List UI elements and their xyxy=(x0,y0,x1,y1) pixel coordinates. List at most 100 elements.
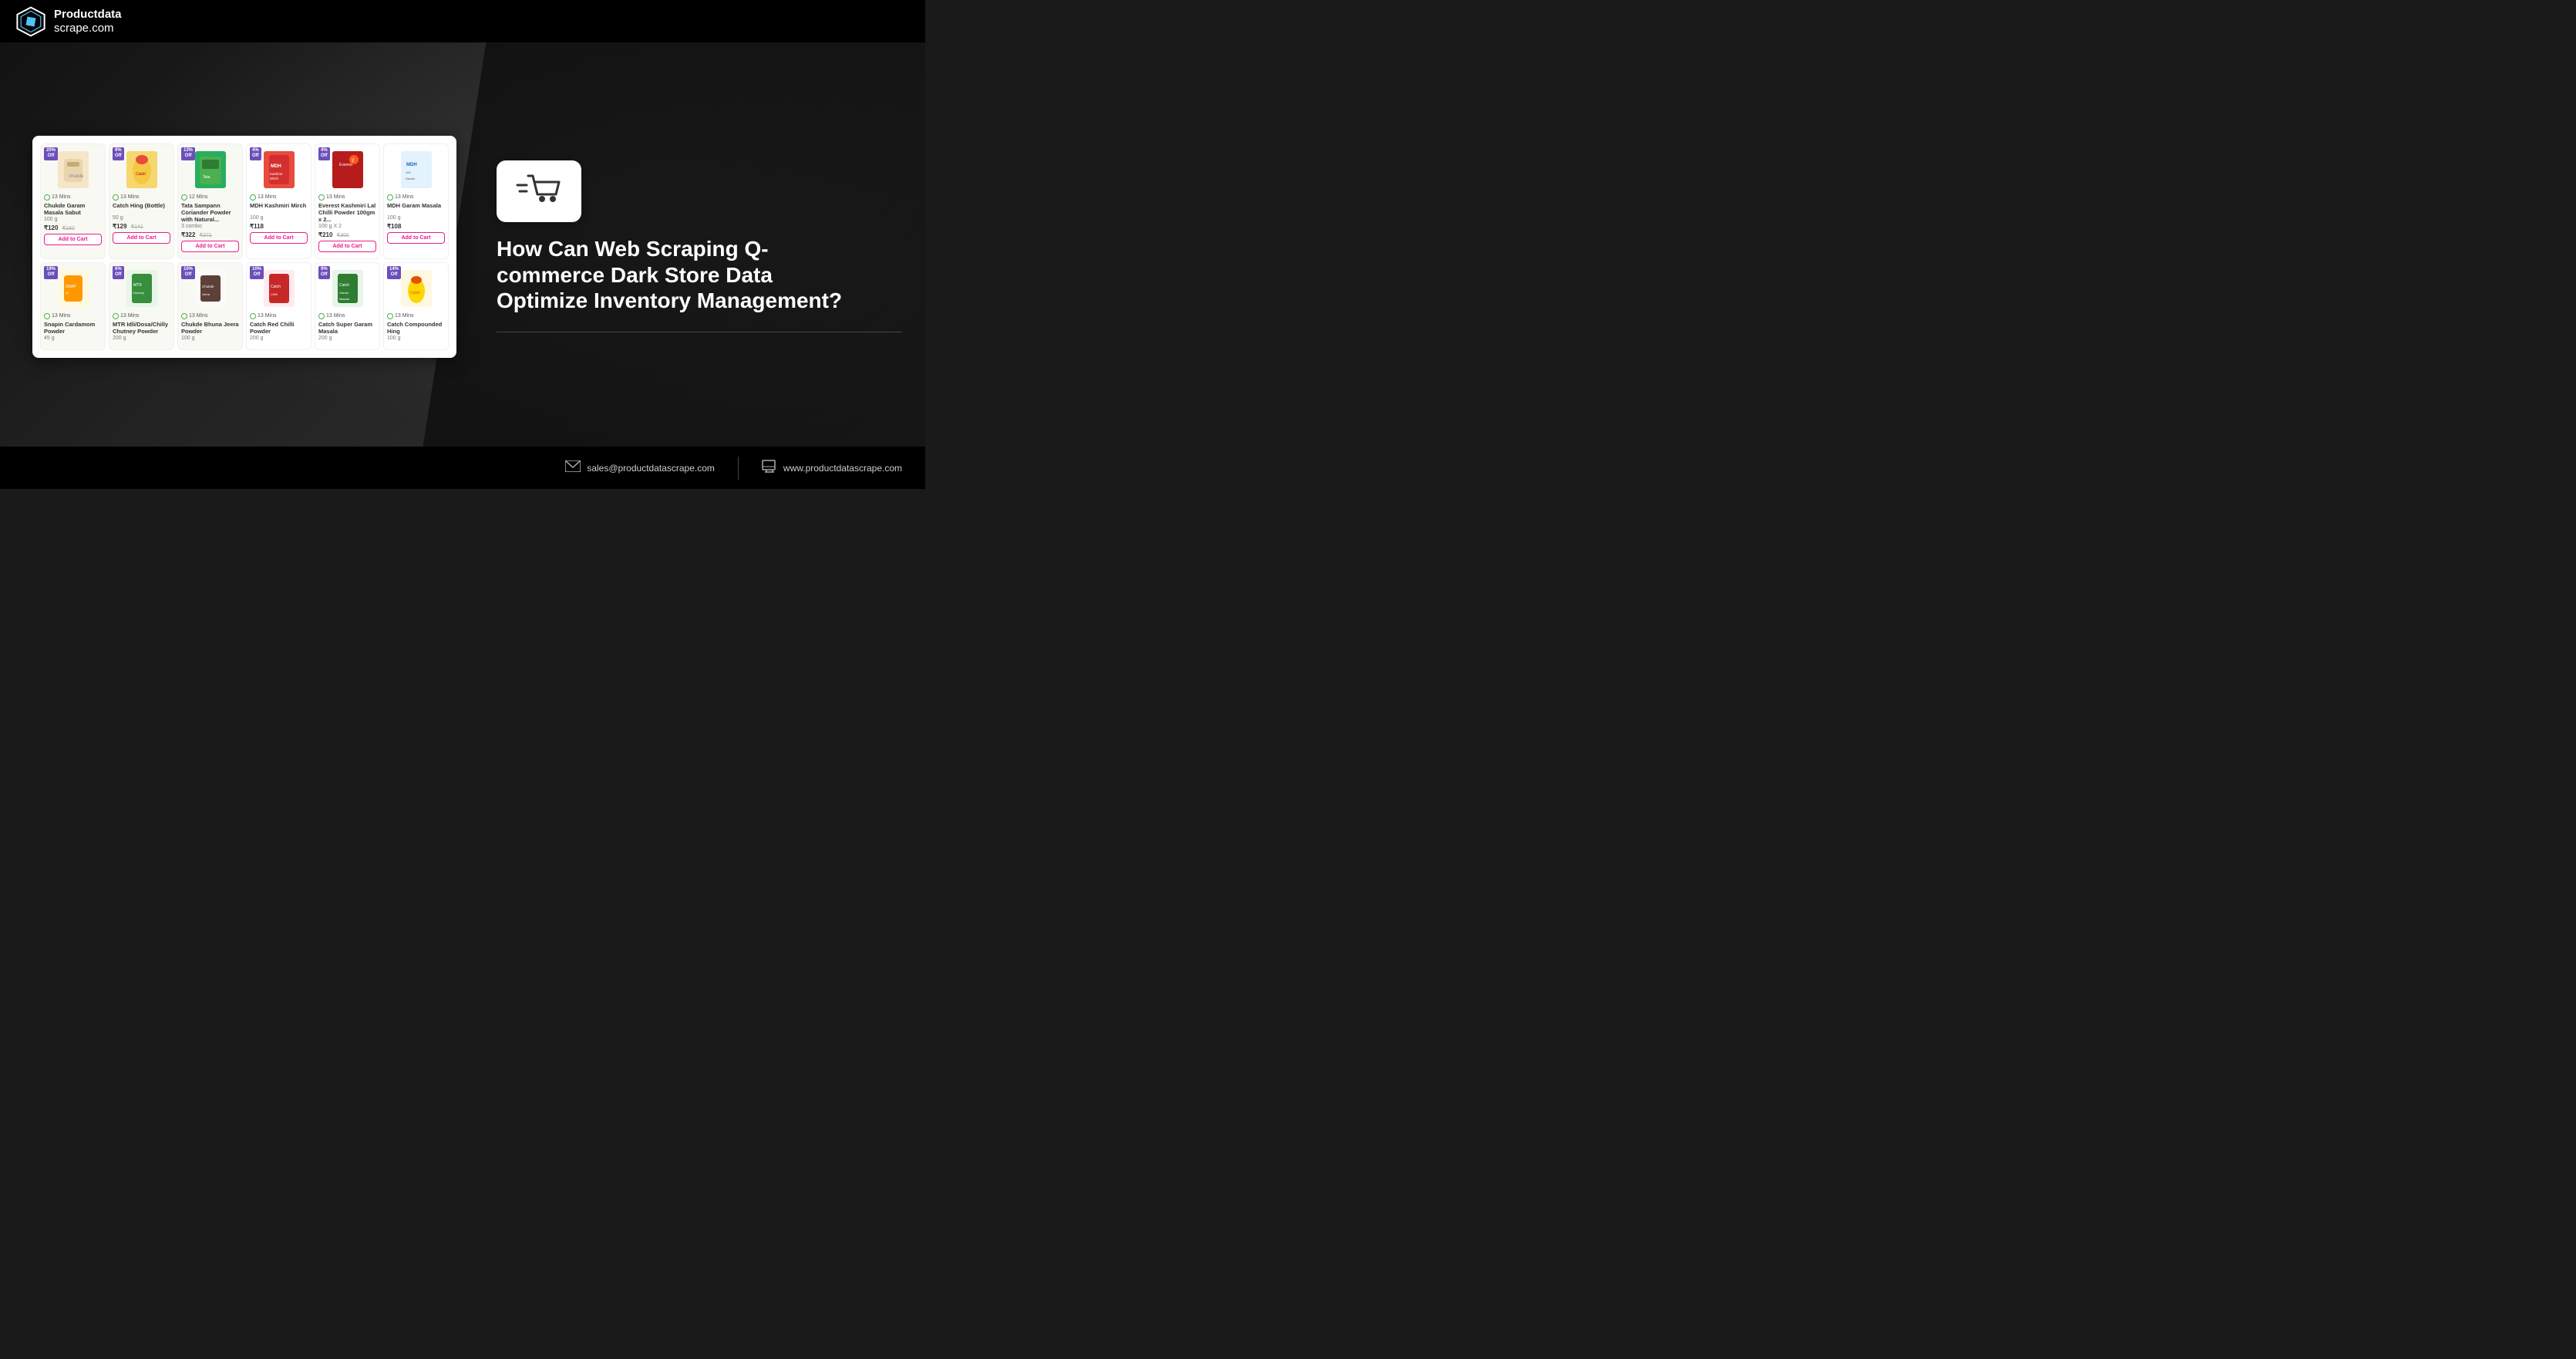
svg-text:Chukde: Chukde xyxy=(202,285,214,288)
product-name: Catch Hing (Bottle) xyxy=(113,202,170,214)
product-img-shape: Catch xyxy=(401,270,432,307)
svg-text:100: 100 xyxy=(406,170,411,174)
clock-icon xyxy=(44,313,50,319)
product-img-shape: Everest2 xyxy=(332,151,363,188)
product-img-shape: chukde xyxy=(58,151,89,188)
svg-text:Catch: Catch xyxy=(410,291,420,295)
delivery-time: 13 Mins xyxy=(250,313,308,319)
svg-text:Masala: Masala xyxy=(339,297,350,301)
product-price: ₹322 ₹371 xyxy=(181,231,239,238)
add-to-cart-button[interactable]: Add to Cart xyxy=(250,232,308,244)
add-to-cart-button[interactable]: Add to Cart xyxy=(387,232,445,244)
delivery-time: 13 Mins xyxy=(250,194,308,201)
add-to-cart-button[interactable]: Add to Cart xyxy=(113,232,170,244)
svg-text:Garam: Garam xyxy=(339,291,349,295)
product-name: Catch Super Garam Masala xyxy=(318,321,376,335)
product-img-shape: Catch xyxy=(126,151,157,188)
clock-icon xyxy=(181,194,187,201)
email-text: sales@productdatascrape.com xyxy=(587,463,715,474)
main-heading: How Can Web Scraping Q-commerce Dark Sto… xyxy=(497,236,867,314)
email-icon xyxy=(565,460,581,476)
delivery-time: 13 Mins xyxy=(113,194,170,201)
product-price: ₹118 xyxy=(250,223,308,230)
discount-badge: 4%Off xyxy=(250,147,261,161)
logo-icon xyxy=(15,6,46,37)
svg-text:Chilli: Chilli xyxy=(271,292,278,296)
product-name: MDH Garam Masala xyxy=(387,202,445,214)
svg-text:Garam: Garam xyxy=(406,177,416,180)
svg-text:chukde: chukde xyxy=(69,174,84,179)
product-name: Catch Red Chilli Powder xyxy=(250,321,308,335)
product-grid-wrapper: 20%Off chukde 13 Mins Chukde Garam Masal… xyxy=(32,136,456,358)
left-panel: 20%Off chukde 13 Mins Chukde Garam Masal… xyxy=(0,42,481,447)
discount-badge: 6%Off xyxy=(113,266,124,280)
product-card: 10%Off ChukdeJeera 13 Mins Chukde Bhuna … xyxy=(177,262,243,350)
clock-icon xyxy=(113,194,119,201)
delivery-time: 13 Mins xyxy=(113,313,170,319)
svg-text:Catch: Catch xyxy=(271,285,281,289)
product-img-shape: Catch Chilli xyxy=(264,270,295,307)
delivery-time: 13 Mins xyxy=(387,313,445,319)
product-weight: 100 g xyxy=(181,336,239,341)
original-price: ₹300 xyxy=(337,233,349,238)
svg-text:MDH: MDH xyxy=(406,163,417,167)
footer-email: sales@productdatascrape.com xyxy=(565,460,715,476)
add-to-cart-button[interactable]: Add to Cart xyxy=(318,241,376,252)
product-price: ₹108 xyxy=(387,223,445,230)
product-img-shape: Chukde Jeera xyxy=(195,270,226,307)
header: Productdata scrape.com xyxy=(0,0,925,42)
discount-badge: 9%Off xyxy=(113,147,124,161)
product-name: Chukde Garam Masala Sabut xyxy=(44,202,102,216)
product-name: Tata Sampann Coriander Powder with Natur… xyxy=(181,202,239,223)
product-card: MDH100Garam 13 Mins MDH Garam Masala 100… xyxy=(383,143,449,259)
product-img-shape: SNAP IN xyxy=(58,270,89,307)
product-weight: 100 g xyxy=(44,217,102,222)
svg-text:Catch: Catch xyxy=(136,172,146,177)
svg-text:Mirch: Mirch xyxy=(270,177,278,180)
clock-icon xyxy=(387,313,393,319)
svg-text:SNAP: SNAP xyxy=(66,285,76,289)
clock-icon xyxy=(181,313,187,319)
product-weight: 45 g xyxy=(44,336,102,341)
footer: sales@productdatascrape.com www.productd… xyxy=(0,447,925,489)
svg-text:Catch: Catch xyxy=(339,283,349,288)
svg-text:Chutney: Chutney xyxy=(133,291,144,295)
product-price: ₹120 ₹160 xyxy=(44,224,102,231)
product-img-shape: Catch Garam Masala xyxy=(332,270,363,307)
product-weight: 200 g xyxy=(113,336,170,341)
add-to-cart-button[interactable]: Add to Cart xyxy=(181,241,239,252)
original-price: ₹160 xyxy=(62,226,75,231)
product-card: 4%Off MDHKashmirMirch 13 Mins MDH Kashmi… xyxy=(246,143,311,259)
main-content: 20%Off chukde 13 Mins Chukde Garam Masal… xyxy=(0,42,925,447)
add-to-cart-button[interactable]: Add to Cart xyxy=(44,234,102,245)
original-price: ₹141 xyxy=(131,224,143,230)
product-card: 13%Off Tata 12 Mins Tata Sampann Coriand… xyxy=(177,143,243,259)
product-price: ₹129 ₹141 xyxy=(113,223,170,230)
cart-icon-box xyxy=(497,160,581,222)
clock-icon xyxy=(250,194,256,201)
product-img-shape: MTRChutney xyxy=(126,270,157,307)
svg-text:Jeera: Jeera xyxy=(202,292,210,296)
svg-text:IN: IN xyxy=(66,291,69,295)
product-name: MTR Idli/Dosa/Chilly Chutney Powder xyxy=(113,321,170,335)
product-weight: 100 g xyxy=(250,215,308,221)
product-weight: 100 g X 2 xyxy=(318,224,376,229)
discount-badge: 13%Off xyxy=(181,147,195,161)
delivery-time: 13 Mins xyxy=(44,194,102,201)
delivery-time: 12 Mins xyxy=(181,194,239,201)
clock-icon xyxy=(44,194,50,201)
footer-website: www.productdatascrape.com xyxy=(762,458,902,477)
svg-text:Kashmir: Kashmir xyxy=(270,172,283,176)
logo-text: Productdata scrape.com xyxy=(54,8,122,35)
product-name: Chukde Bhuna Jeera Powder xyxy=(181,321,239,335)
discount-badge: 10%Off xyxy=(181,266,195,280)
delivery-time: 13 Mins xyxy=(318,313,376,319)
product-grid: 20%Off chukde 13 Mins Chukde Garam Masal… xyxy=(40,143,449,350)
product-card: 9%Off Catch 13 Mins Catch Hing (Bottle) … xyxy=(109,143,174,259)
cart-icon xyxy=(516,168,562,214)
discount-badge: 19%Off xyxy=(44,266,58,280)
clock-icon xyxy=(113,313,119,319)
discount-badge: 9%Off xyxy=(318,266,330,280)
product-card: 19%Off SNAPIN 13 Mins Snapin Cardamom Po… xyxy=(40,262,106,350)
product-name: Catch Compounded Hing xyxy=(387,321,445,335)
